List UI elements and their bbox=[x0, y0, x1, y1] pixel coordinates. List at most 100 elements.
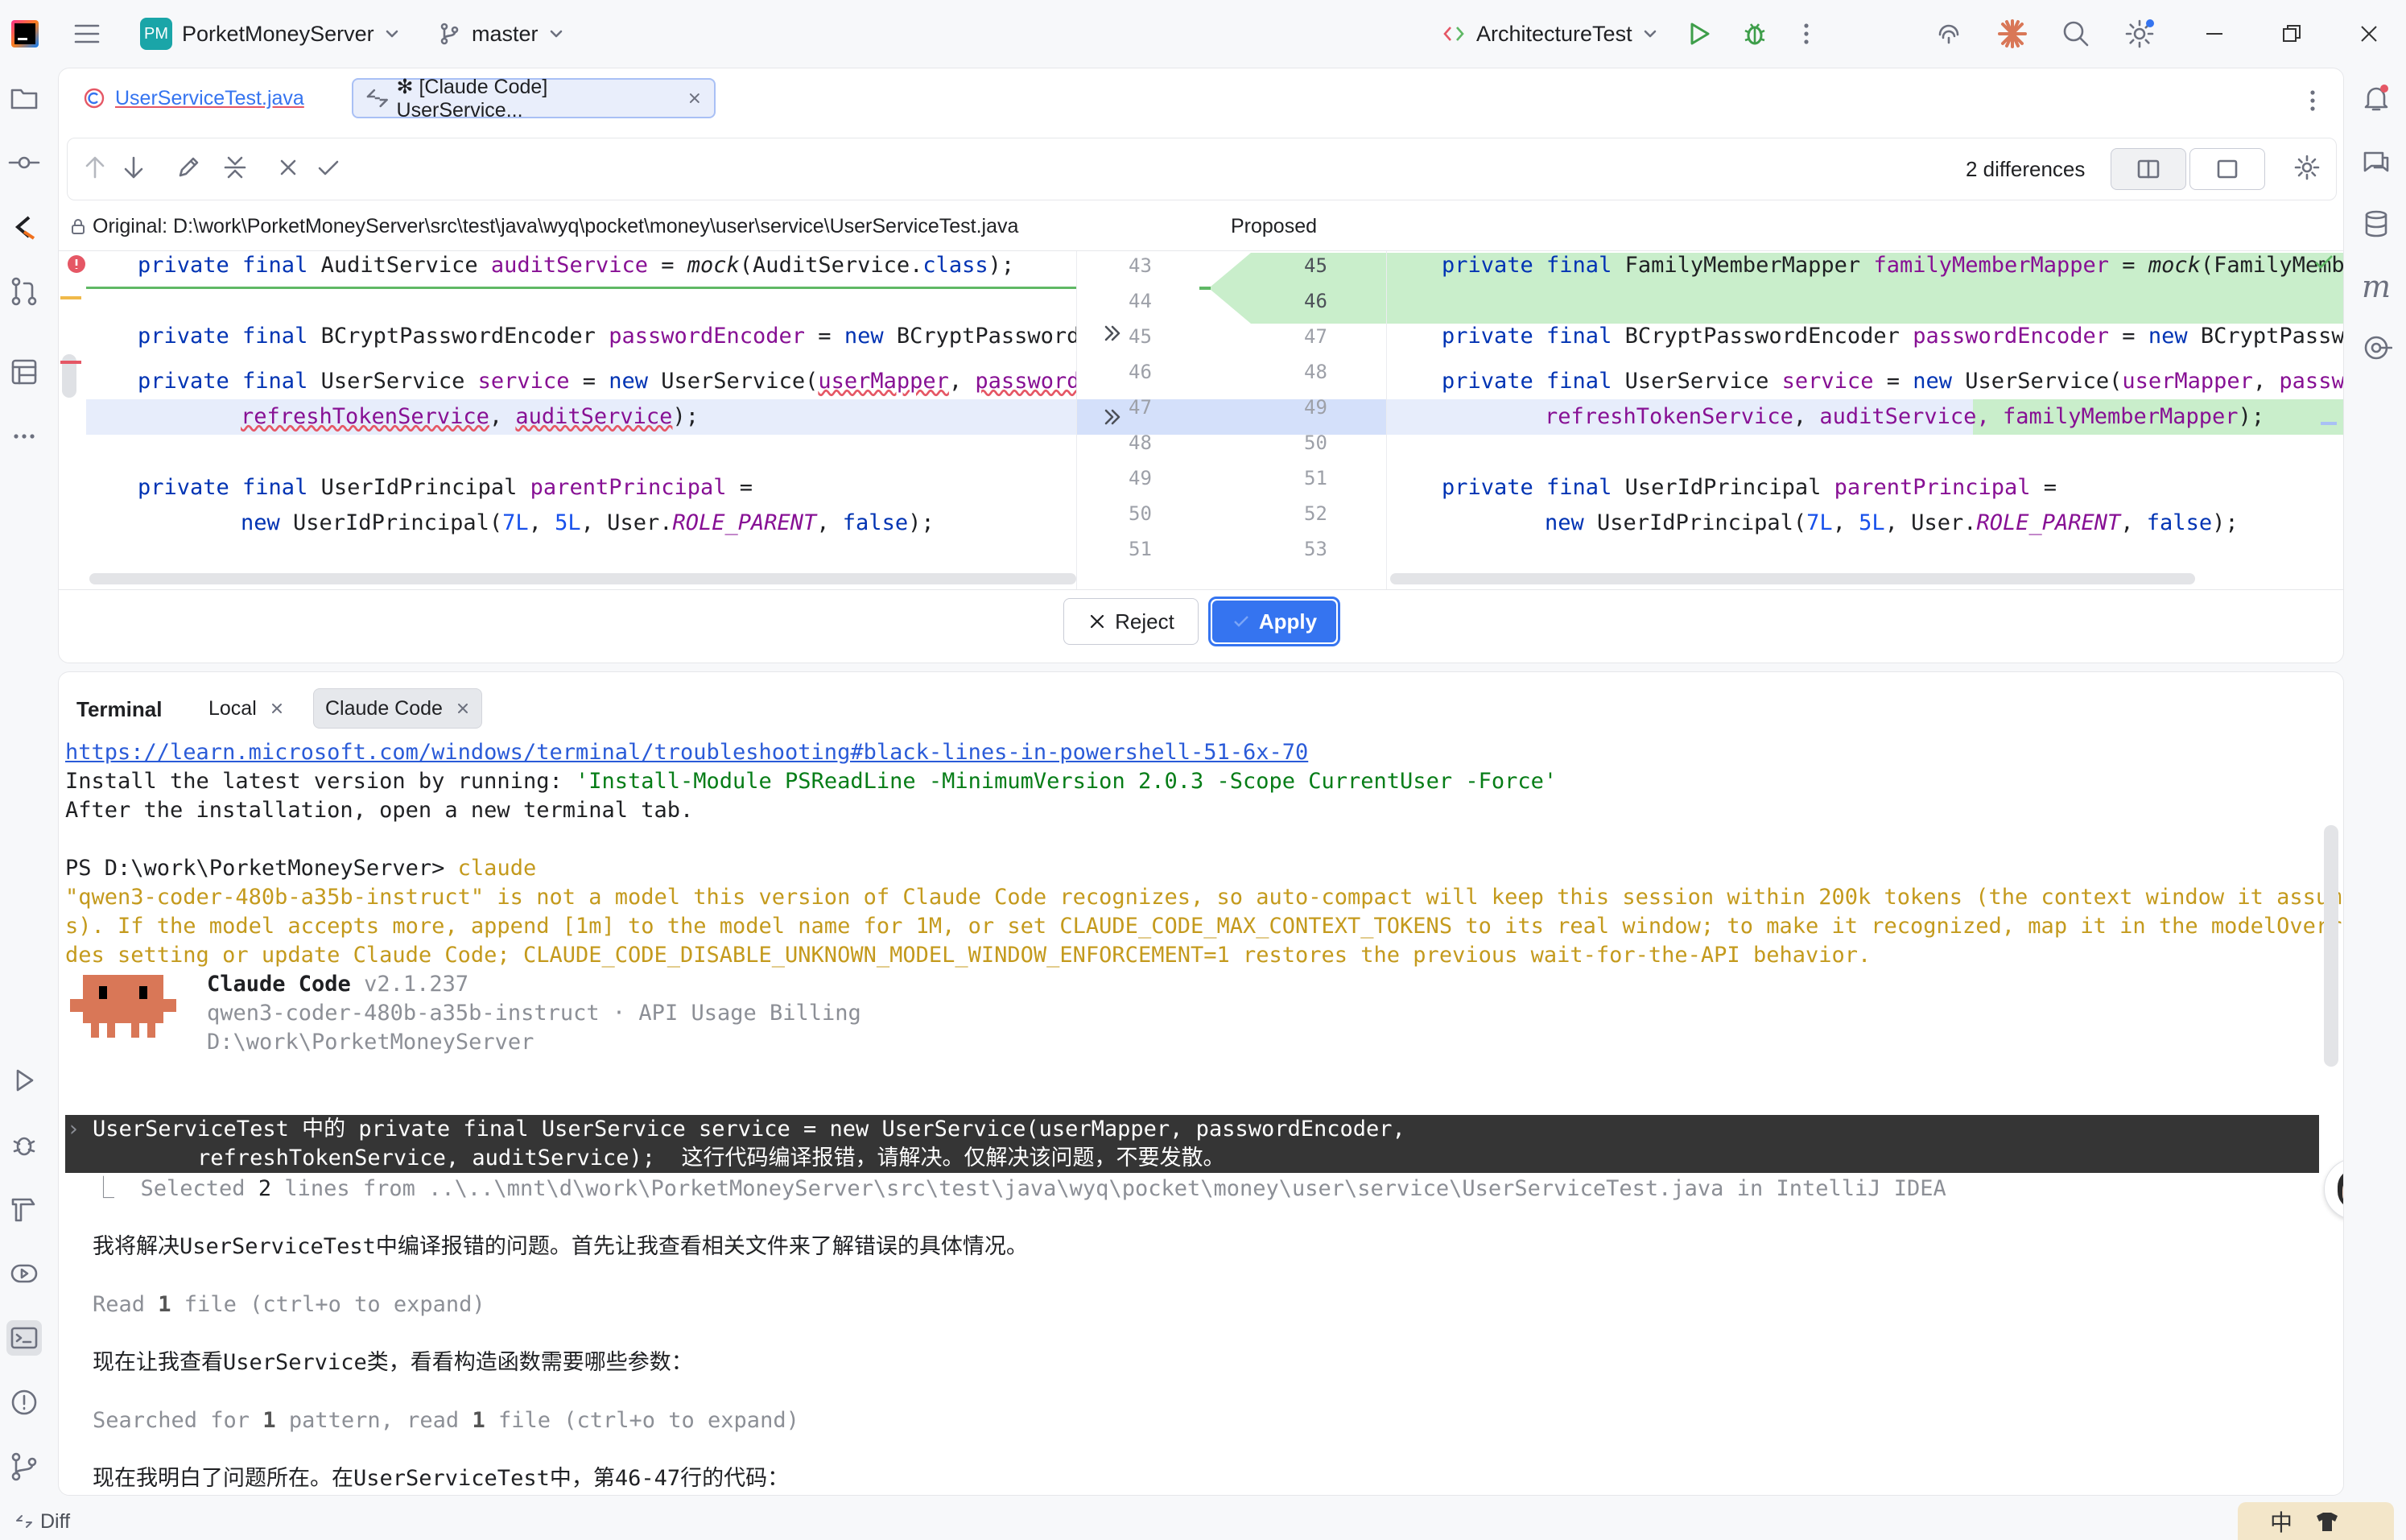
intellij-logo-icon[interactable] bbox=[11, 0, 39, 68]
insertion-marker bbox=[86, 287, 1076, 289]
reject-all-icon[interactable] bbox=[274, 153, 303, 182]
claude-code-model: qwen3-coder-480b-a35b-instruct · API Usa… bbox=[207, 1001, 861, 1026]
build-tool-icon[interactable] bbox=[6, 1191, 42, 1227]
editor-tab-claude-diff[interactable]: ✻ [Claude Code] UserService... bbox=[352, 76, 716, 122]
reject-button[interactable]: Reject bbox=[1063, 598, 1199, 645]
user-message-line: UserServiceTest 中的 private final UserSer… bbox=[93, 1117, 1405, 1142]
unified-view-button[interactable] bbox=[2189, 148, 2265, 190]
claude-icon[interactable] bbox=[1996, 0, 2028, 68]
collapse-unchanged-icon[interactable] bbox=[221, 153, 250, 182]
problems-tool-icon[interactable] bbox=[6, 1385, 42, 1420]
tab-options-icon[interactable] bbox=[2305, 86, 2321, 115]
chevron-down-icon bbox=[386, 30, 398, 38]
branch-selector[interactable]: master bbox=[436, 0, 564, 68]
side-by-side-view-button[interactable] bbox=[2111, 148, 2186, 190]
change-stripe bbox=[2321, 422, 2337, 425]
editor-tab-userservicetest[interactable]: UserServiceTest.java bbox=[70, 78, 316, 118]
diff-icon bbox=[366, 89, 388, 108]
close-tab-icon[interactable] bbox=[456, 701, 470, 716]
minimize-icon[interactable] bbox=[2202, 0, 2226, 68]
left-line-number: 47 bbox=[1129, 396, 1152, 419]
previous-difference-icon[interactable] bbox=[80, 153, 109, 182]
close-tab-icon[interactable] bbox=[270, 701, 284, 716]
status-bar: Diff 中 bbox=[0, 1502, 2406, 1540]
close-window-icon[interactable] bbox=[2357, 0, 2381, 68]
tool-summary: Searched for 1 pattern, read 1 file (ctr… bbox=[93, 1408, 799, 1433]
original-code-pane[interactable]: private final AuditService auditService … bbox=[59, 251, 1076, 589]
diff-editor-panel: UserServiceTest.java ✻ [Claude Code] Use… bbox=[58, 68, 2344, 663]
chevron-down-icon bbox=[1644, 30, 1656, 38]
junit-file-icon bbox=[84, 88, 105, 109]
more-tools-icon[interactable] bbox=[6, 419, 42, 454]
maven-icon[interactable]: m bbox=[2359, 269, 2394, 304]
left-horizontal-scrollbar[interactable] bbox=[89, 573, 1076, 584]
restore-icon[interactable] bbox=[2280, 0, 2304, 68]
no-problems-check-icon bbox=[2313, 253, 2335, 272]
endpoints-icon[interactable] bbox=[2359, 330, 2394, 365]
right-line-number: 47 bbox=[1304, 325, 1327, 348]
services-tool-icon[interactable] bbox=[6, 1256, 42, 1291]
model-warning-line: s). If the model accepts more, append [1… bbox=[65, 914, 2344, 939]
error-stripe bbox=[60, 361, 81, 364]
git-branch-icon bbox=[440, 23, 459, 45]
title-bar: PM PorketMoneyServer master Architecture… bbox=[0, 0, 2406, 68]
branch-name: master bbox=[472, 21, 539, 46]
notifications-icon[interactable] bbox=[2359, 81, 2394, 116]
ime-indicator[interactable]: 中 bbox=[2238, 1502, 2394, 1540]
check-icon bbox=[1234, 616, 1248, 627]
right-line-number: 45 bbox=[1304, 254, 1327, 277]
diff-toolbar: 2 differences bbox=[67, 138, 2337, 200]
left-line-number: 48 bbox=[1129, 431, 1152, 454]
run-config-selector[interactable]: ArchitectureTest bbox=[1441, 0, 1658, 68]
debug-icon[interactable] bbox=[1740, 0, 1769, 68]
search-icon[interactable] bbox=[2061, 0, 2091, 68]
next-difference-icon[interactable] bbox=[119, 153, 148, 182]
terminal-tool-icon[interactable] bbox=[6, 1320, 42, 1356]
git-tool-icon[interactable] bbox=[6, 1449, 42, 1484]
run-tool-icon[interactable] bbox=[6, 1063, 42, 1098]
apply-button-focus-ring: Apply bbox=[1208, 597, 1340, 646]
project-selector[interactable]: PM PorketMoneyServer bbox=[140, 0, 400, 68]
terminal-line: After the installation, open a new termi… bbox=[65, 798, 694, 823]
run-icon[interactable] bbox=[1684, 0, 1713, 68]
terminal-output[interactable]: https://learn.microsoft.com/windows/term… bbox=[59, 737, 2344, 1495]
user-message-line: refreshTokenService, auditService); 这行代码… bbox=[93, 1146, 1225, 1170]
more-actions-icon[interactable] bbox=[1798, 0, 1814, 68]
accept-all-icon[interactable] bbox=[314, 153, 343, 182]
right-line-number: 51 bbox=[1304, 467, 1327, 489]
right-horizontal-scrollbar[interactable] bbox=[1390, 573, 2195, 584]
debug-tool-icon[interactable] bbox=[6, 1127, 42, 1162]
proposed-code-pane[interactable]: private final FamilyMemberMapper familyM… bbox=[1387, 251, 2344, 589]
terminal-tab-local[interactable]: Local bbox=[197, 688, 295, 729]
edit-source-icon[interactable] bbox=[174, 153, 203, 182]
structure-tool-icon[interactable] bbox=[6, 354, 42, 390]
terminal-scrollbar[interactable] bbox=[2324, 825, 2338, 1067]
claude-mascot-icon bbox=[70, 975, 176, 1052]
database-icon[interactable] bbox=[2359, 206, 2394, 242]
pull-requests-icon[interactable] bbox=[6, 274, 42, 309]
ai-chat-icon[interactable] bbox=[2359, 145, 2394, 180]
claude-code-tool-icon[interactable] bbox=[6, 209, 42, 245]
commit-tool-icon[interactable] bbox=[6, 145, 42, 180]
right-line-number: 53 bbox=[1304, 538, 1327, 560]
project-name: PorketMoneyServer bbox=[182, 21, 374, 46]
apply-button[interactable]: Apply bbox=[1212, 601, 1336, 642]
left-line-number: 45 bbox=[1129, 325, 1152, 348]
close-tab-icon[interactable] bbox=[687, 90, 703, 106]
code-line: private final UserService service = new … bbox=[1442, 369, 2344, 394]
troubleshooting-link[interactable]: https://learn.microsoft.com/windows/term… bbox=[65, 738, 1308, 767]
apply-change-arrow-icon[interactable] bbox=[1101, 406, 1124, 428]
code-line: private final BCryptPasswordEncoder pass… bbox=[138, 324, 1076, 349]
status-diff-item[interactable]: Diff bbox=[14, 1507, 70, 1536]
ai-assistant-icon[interactable] bbox=[1933, 0, 1964, 68]
right-line-number: 49 bbox=[1304, 396, 1327, 419]
project-tool-icon[interactable] bbox=[6, 81, 42, 116]
tool-summary: Read 1 file (ctrl+o to expand) bbox=[93, 1292, 485, 1317]
apply-change-arrow-icon[interactable] bbox=[1101, 322, 1124, 345]
settings-icon[interactable] bbox=[2123, 0, 2156, 68]
left-line-number: 51 bbox=[1129, 538, 1152, 560]
diff-settings-icon[interactable] bbox=[2293, 153, 2321, 182]
main-menu-icon[interactable] bbox=[71, 0, 103, 68]
terminal-tab-claude-code[interactable]: Claude Code bbox=[313, 688, 482, 729]
terminal-title: Terminal bbox=[76, 697, 163, 721]
